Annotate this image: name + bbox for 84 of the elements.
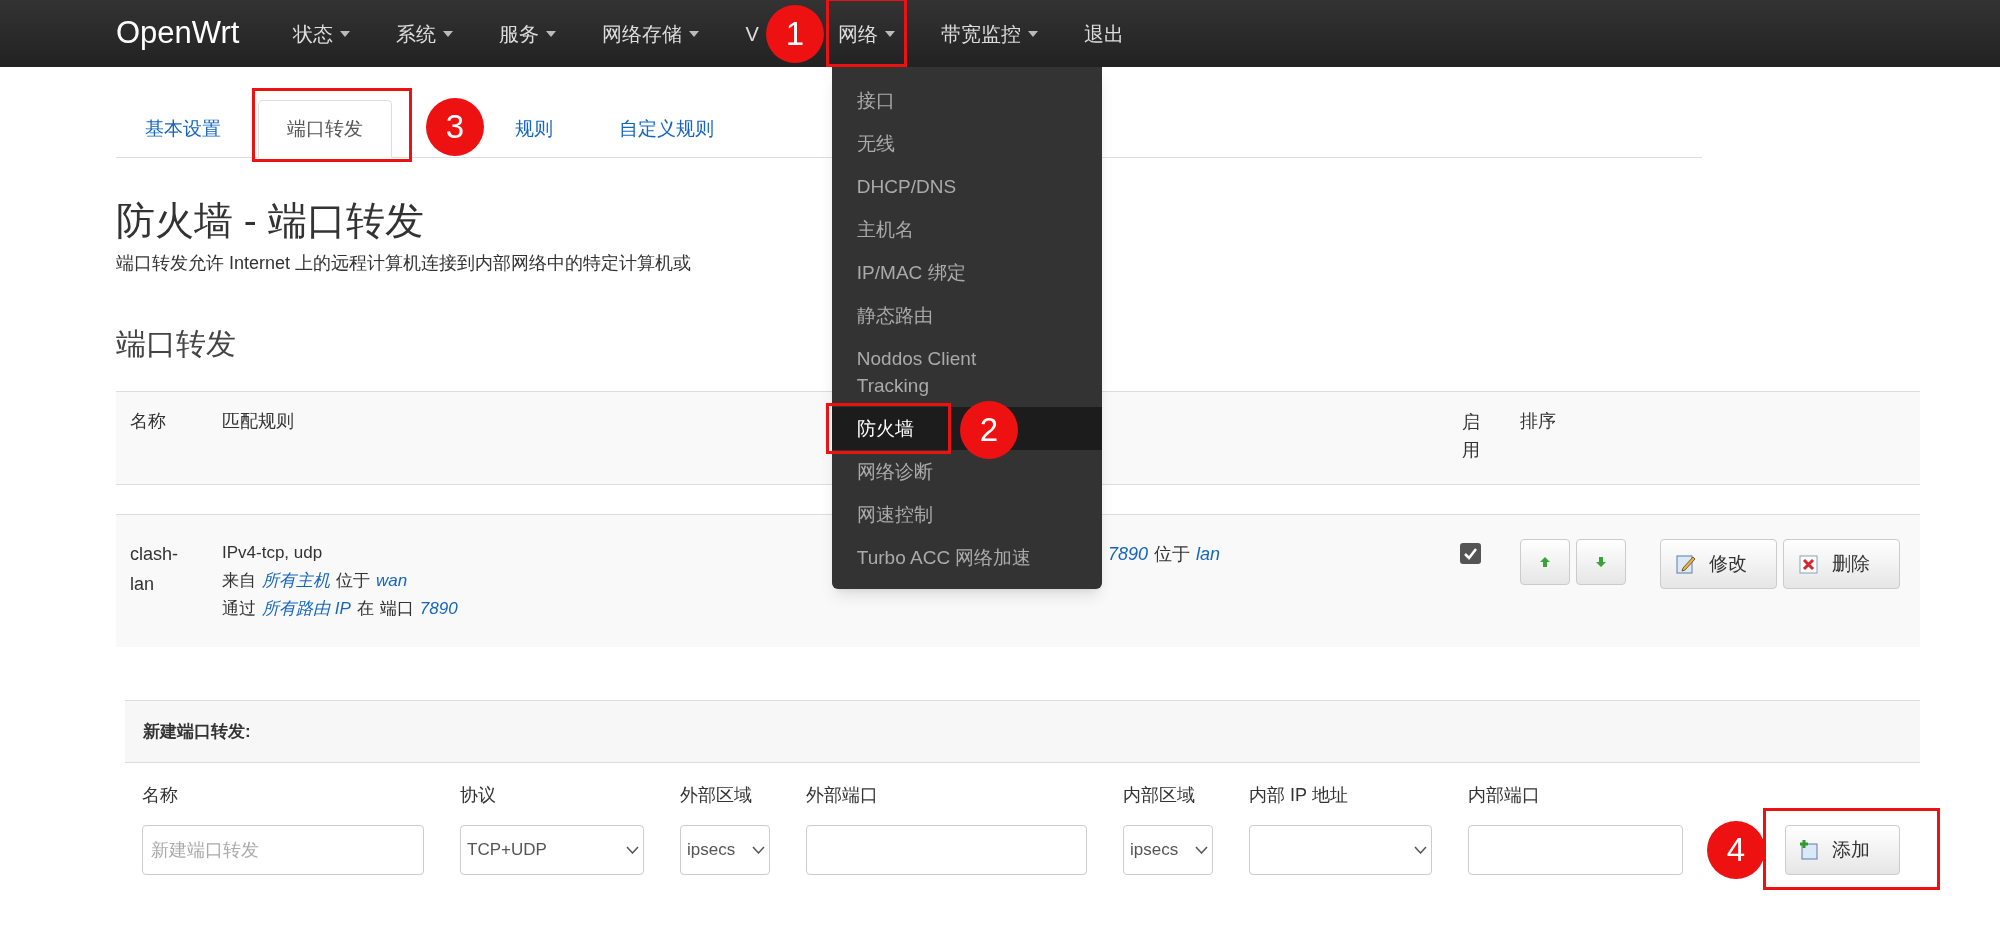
caret-icon [546, 30, 557, 37]
column-header: 启用 [1462, 411, 1481, 462]
delete-button[interactable]: 删除 [1783, 539, 1900, 589]
tab[interactable]: 规则 [486, 99, 582, 158]
rule-name: clash-lan [130, 543, 179, 596]
link[interactable]: 所有主机 [262, 567, 330, 595]
tab[interactable]: 自定义规则 [590, 99, 743, 158]
chevron-down-icon [1195, 846, 1208, 854]
annotation-badge: 4 [1707, 821, 1765, 879]
dropdown-item[interactable]: 主机名 [831, 208, 1102, 251]
edit-icon [1675, 553, 1697, 575]
dropdown-item[interactable]: 无线 [831, 122, 1102, 165]
caret-icon [1027, 30, 1038, 37]
nav-menu-item[interactable]: 服务 [493, 3, 563, 64]
field-label: 协议 [460, 784, 497, 807]
caret-icon [443, 30, 454, 37]
rule-text: 位于 [336, 570, 370, 592]
select-field[interactable] [1249, 825, 1432, 875]
dropdown-item[interactable]: 网速控制 [831, 493, 1102, 536]
field-label: 外部区域 [680, 784, 753, 807]
field-label: 内部区域 [1123, 784, 1196, 807]
link[interactable]: 7890 [419, 595, 458, 623]
brand-logo[interactable]: OpenWrt [116, 10, 240, 57]
up-arrow-icon [1539, 556, 1551, 568]
dropdown-item[interactable]: Turbo ACC 网络加速 [831, 536, 1102, 579]
tab[interactable]: 基本设置 [116, 99, 250, 158]
column-header: 排序 [1520, 410, 1557, 433]
nav-menu-item[interactable]: 带宽监控 [934, 3, 1044, 64]
link[interactable]: 所有路由 IP [262, 595, 351, 623]
down-arrow-icon [1595, 556, 1607, 568]
enabled-checkbox[interactable] [1460, 543, 1481, 564]
chevron-down-icon [626, 846, 639, 854]
dropdown-item[interactable]: 接口 [831, 79, 1102, 122]
field-label: 外部端口 [806, 784, 879, 807]
link[interactable]: lan [1196, 539, 1221, 623]
page-title: 防火墙 - 端口转发 [116, 198, 424, 244]
nav-menu-item[interactable]: 网络 [831, 3, 901, 64]
chevron-down-icon [1414, 846, 1427, 854]
annotation-badge: 3 [426, 97, 484, 156]
checkmark-icon [1463, 546, 1478, 561]
rule-text: 端口 [379, 598, 414, 620]
nav-menu-item[interactable]: 网络存储 [596, 3, 706, 64]
link[interactable]: 7890 [1108, 539, 1149, 623]
rule-text: 通过 [222, 598, 256, 620]
select-field[interactable]: ipsecs [680, 825, 770, 875]
delete-icon [1798, 553, 1820, 575]
section-title: 端口转发 [116, 326, 236, 362]
column-header: 名称 [129, 410, 167, 433]
rule-text: 来自 [222, 570, 256, 592]
edit-button[interactable]: 修改 [1660, 539, 1777, 589]
dropdown-item[interactable]: IP/MAC 绑定 [831, 251, 1102, 294]
annotation-badge: 2 [959, 401, 1018, 459]
column-header: 匹配规则 [222, 411, 294, 431]
annotation-badge: 1 [765, 5, 824, 63]
rule-text: 位于 [1154, 543, 1191, 566]
chevron-down-icon [752, 846, 765, 854]
field-label: 名称 [142, 784, 179, 807]
move-up-button[interactable] [1520, 539, 1570, 585]
add-icon [1798, 839, 1820, 861]
dropdown-item[interactable]: 静态路由 [831, 294, 1102, 337]
nav-menu-item[interactable]: 退出 [1077, 3, 1130, 64]
field-label: 内部 IP 地址 [1249, 784, 1349, 807]
rule-text: IPv4-tcp, udp [222, 542, 323, 564]
tab[interactable]: 端口转发 [258, 99, 392, 158]
text-input[interactable] [1468, 825, 1683, 875]
text-input[interactable]: 新建端口转发 [142, 825, 424, 875]
select-field[interactable]: TCP+UDP [460, 825, 644, 875]
page-description: 端口转发允许 Internet 上的远程计算机连接到内部网络中的特定计算机或 [116, 252, 692, 275]
caret-icon [689, 30, 700, 37]
select-field[interactable]: ipsecs [1123, 825, 1213, 875]
move-down-button[interactable] [1576, 539, 1626, 585]
dropdown-item[interactable]: DHCP/DNS [831, 165, 1102, 208]
new-rule-title: 新建端口转发: [142, 720, 251, 743]
nav-menu-item[interactable]: 系统 [390, 3, 460, 64]
caret-icon [884, 30, 895, 37]
caret-icon [340, 30, 351, 37]
field-label: 内部端口 [1468, 784, 1541, 807]
rule-text: 在 [356, 598, 374, 620]
add-button[interactable]: 添加 [1785, 825, 1900, 875]
nav-menu-item[interactable]: 状态 [287, 3, 357, 64]
text-input[interactable] [806, 825, 1087, 875]
nav-menu-item[interactable]: V [739, 3, 765, 64]
link[interactable]: wan [376, 567, 408, 595]
dropdown-item[interactable]: 防火墙 [831, 407, 957, 450]
